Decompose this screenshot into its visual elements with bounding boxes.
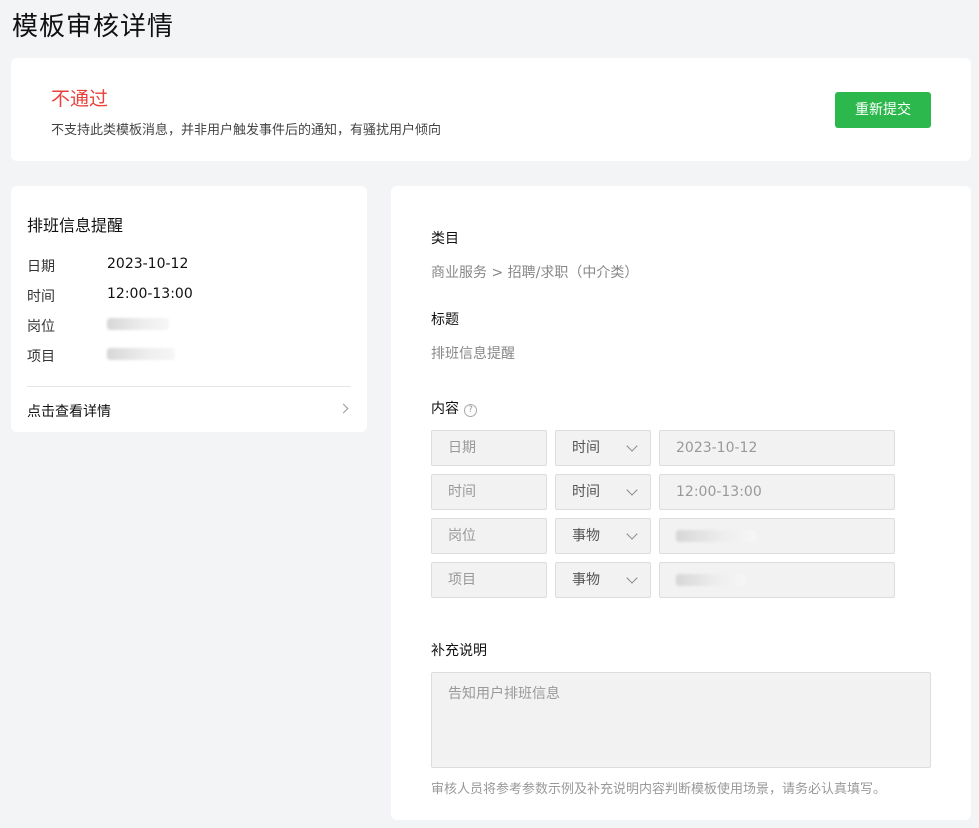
title-value: 排班信息提醒 <box>431 346 515 362</box>
question-circle-icon[interactable]: ? <box>464 404 477 417</box>
template-detail-card: 类目 商业服务 > 招聘/求职（中介类） 标题 排班信息提醒 内容? 日期 时间… <box>391 186 971 820</box>
preview-row-value: 2023-10-12 <box>107 256 189 272</box>
view-details-link[interactable]: 点击查看详情 <box>27 401 351 421</box>
param-example-field-redacted[interactable] <box>659 562 895 598</box>
param-example-field[interactable]: 12:00-13:00 <box>659 474 895 510</box>
content-label-row: 内容? <box>431 398 477 418</box>
review-status-card: 不通过 不支持此类模板消息，并非用户触发事件后的通知，有骚扰用户倾向 重新提交 <box>11 58 971 161</box>
param-name-field[interactable]: 岗位 <box>431 518 547 554</box>
status-reason: 不支持此类模板消息，并非用户触发事件后的通知，有骚扰用户倾向 <box>51 123 442 138</box>
preview-row-key: 岗位 <box>27 319 55 335</box>
chevron-right-icon <box>338 403 349 414</box>
review-note: 审核人员将参考参数示例及补充说明内容判断模板使用场景，请务必认真填写。 <box>431 782 887 797</box>
supplement-text: 告知用户排班信息 <box>448 686 560 702</box>
param-example-field[interactable]: 2023-10-12 <box>659 430 895 466</box>
param-type-value: 事物 <box>572 528 600 544</box>
chevron-down-icon <box>626 484 638 496</box>
param-type-select[interactable]: 时间 <box>555 474 651 510</box>
chevron-down-icon <box>626 528 638 540</box>
param-name-field[interactable]: 时间 <box>431 474 547 510</box>
title-label: 标题 <box>431 312 459 328</box>
resubmit-button[interactable]: 重新提交 <box>835 92 931 128</box>
param-type-value: 时间 <box>572 440 600 456</box>
preview-row-key: 日期 <box>27 259 55 275</box>
content-label: 内容 <box>431 401 459 417</box>
view-details-label: 点击查看详情 <box>27 404 111 420</box>
chevron-down-icon <box>626 440 638 452</box>
preview-title: 排班信息提醒 <box>27 216 124 235</box>
category-label: 类目 <box>431 231 459 247</box>
param-type-select[interactable]: 事物 <box>555 518 651 554</box>
supplement-label: 补充说明 <box>431 643 487 659</box>
template-preview-card: 排班信息提醒 日期 2023-10-12 时间 12:00-13:00 岗位 项… <box>11 186 367 432</box>
preview-divider <box>27 386 351 387</box>
status-title: 不通过 <box>51 88 109 110</box>
page-title: 模板审核详情 <box>12 12 175 42</box>
supplement-textarea[interactable]: 告知用户排班信息 <box>431 672 931 768</box>
chevron-down-icon <box>626 572 638 584</box>
preview-row-key: 时间 <box>27 289 55 305</box>
param-type-select[interactable]: 时间 <box>555 430 651 466</box>
param-name-field[interactable]: 项目 <box>431 562 547 598</box>
param-example-field-redacted[interactable] <box>659 518 895 554</box>
preview-row-key: 项目 <box>27 349 55 365</box>
param-type-value: 时间 <box>572 484 600 500</box>
param-name-field[interactable]: 日期 <box>431 430 547 466</box>
param-type-select[interactable]: 事物 <box>555 562 651 598</box>
preview-row-value-redacted <box>107 346 175 362</box>
preview-row-value-redacted <box>107 316 169 332</box>
preview-row-value: 12:00-13:00 <box>107 286 193 302</box>
category-value: 商业服务 > 招聘/求职（中介类） <box>431 265 639 281</box>
param-type-value: 事物 <box>572 572 600 588</box>
